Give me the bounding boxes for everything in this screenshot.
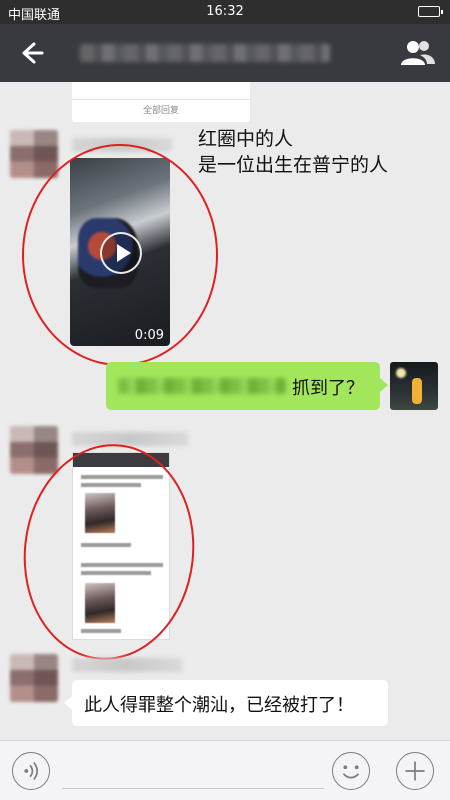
battery-icon — [418, 6, 443, 17]
chat-message-list[interactable]: 全部回复 0:09 红圈中的人 是一位出生在普宁的人 抓到了？ 此人得罪整个潮汕… — [0, 82, 450, 740]
chat-title-redacted — [80, 44, 330, 62]
sender-avatar[interactable] — [10, 426, 58, 474]
video-duration: 0:09 — [134, 328, 164, 343]
self-avatar[interactable] — [390, 362, 438, 410]
card-footer-label: 全部回复 — [142, 106, 179, 116]
annotation-text: 红圈中的人 是一位出生在普宁的人 — [198, 126, 388, 178]
message-input[interactable] — [62, 753, 324, 789]
card-divider — [72, 99, 250, 100]
sender-name-redacted — [72, 138, 172, 152]
emoji-icon[interactable] — [332, 752, 370, 790]
sender-avatar[interactable] — [10, 130, 58, 178]
voice-icon[interactable] — [12, 752, 50, 790]
sender-name-redacted — [72, 658, 182, 672]
chat-header — [0, 24, 450, 82]
outgoing-message-text: 抓到了？ — [292, 378, 364, 399]
video-message[interactable]: 0:09 — [70, 158, 170, 346]
annotation-line-1: 红圈中的人 — [198, 128, 294, 150]
input-toolbar — [0, 740, 450, 800]
back-arrow-icon[interactable] — [14, 36, 48, 70]
screenshot-header — [73, 453, 169, 467]
group-members-icon[interactable] — [400, 37, 436, 69]
incoming-message-text: 此人得罪整个潮汕，已经被打了！ — [84, 695, 354, 716]
status-bar: 中国联通 16:32 — [0, 0, 450, 24]
outgoing-message-bubble[interactable]: 抓到了？ — [106, 362, 388, 410]
shared-card-message[interactable]: 全部回复 — [72, 82, 250, 122]
redacted-text — [118, 378, 286, 394]
image-message[interactable] — [72, 452, 170, 640]
plus-icon[interactable] — [396, 752, 434, 790]
status-time: 16:32 — [206, 4, 244, 19]
incoming-message-bubble[interactable]: 此人得罪整个潮汕，已经被打了！ — [64, 680, 388, 726]
sender-name-redacted — [72, 432, 188, 446]
screenshot-photo — [85, 493, 115, 533]
sender-avatar[interactable] — [10, 654, 58, 702]
play-icon[interactable] — [100, 232, 142, 274]
screenshot-photo — [85, 583, 115, 623]
annotation-line-2: 是一位出生在普宁的人 — [198, 154, 389, 176]
